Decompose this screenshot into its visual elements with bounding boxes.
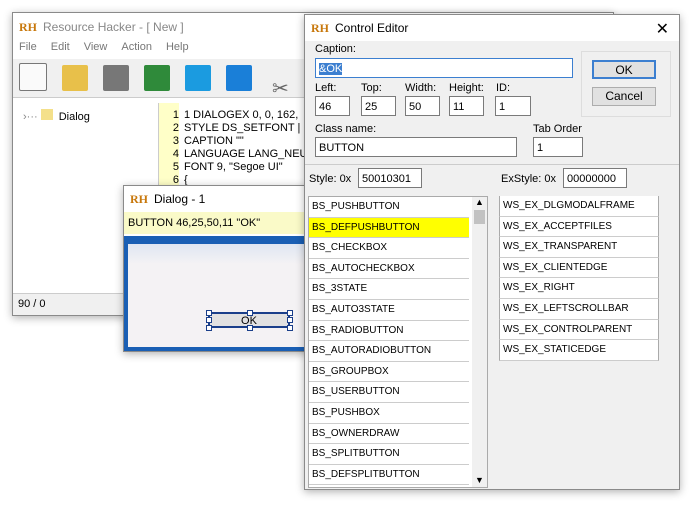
tree-item-label: Dialog	[58, 111, 90, 123]
style-item[interactable]: BS_AUTORADIOBUTTON	[309, 341, 469, 362]
export-icon[interactable]	[226, 65, 253, 91]
style-label: Style: 0x	[309, 173, 352, 185]
style-item[interactable]: BS_PUSHBOX	[309, 403, 469, 424]
app-logo-icon: RH	[130, 191, 148, 206]
exstyle-input[interactable]: 00000000	[563, 168, 627, 188]
style-item[interactable]: BS_AUTO3STATE	[309, 300, 469, 321]
scroll-down-icon[interactable]: ▼	[472, 475, 487, 485]
style-item[interactable]: BS_GROUPBOX	[309, 362, 469, 383]
dialog-title-bar: RH Dialog - 1	[124, 186, 324, 212]
line-numbers: 123456	[159, 103, 179, 189]
window-title: Resource Hacker - [ New ]	[43, 20, 184, 34]
folder-icon	[40, 109, 53, 120]
menu-file[interactable]: File	[19, 41, 37, 53]
dialog-client: OK	[128, 244, 324, 347]
exstyle-item[interactable]: WS_EX_ACCEPTFILES	[499, 216, 659, 238]
style-item[interactable]: BS_AUTOCHECKBOX	[309, 259, 469, 280]
code-editor[interactable]: 1 DIALOGEX 0, 0, 162, STYLE DS_SETFONT | C…	[184, 109, 314, 187]
left-input[interactable]: 46	[315, 96, 350, 116]
scroll-up-icon[interactable]: ▲	[472, 197, 487, 207]
caption-input[interactable]: &OK	[315, 58, 573, 78]
status-text: 90 / 0	[18, 298, 46, 310]
control-editor-window: RH Control Editor ✕ Caption: &OK Left: To…	[304, 14, 680, 490]
style-item[interactable]: BS_USERBUTTON	[309, 382, 469, 403]
menu-help[interactable]: Help	[166, 41, 189, 53]
ok-button[interactable]: OK	[592, 60, 656, 79]
style-item[interactable]: BS_RADIOBUTTON	[309, 321, 469, 342]
exstyle-item[interactable]: WS_EX_RIGHT	[499, 278, 659, 299]
save-as-icon[interactable]	[144, 65, 171, 91]
app-logo-icon: RH	[311, 20, 329, 35]
tree-item-dialog[interactable]: ›··· Dialog	[13, 103, 158, 129]
dialog-frame: OK	[124, 236, 324, 351]
style-item[interactable]: BS_CHECKBOX	[309, 238, 469, 259]
new-file-icon[interactable]	[19, 63, 47, 91]
style-list[interactable]: BS_PUSHBUTTON BS_DEFPUSHBUTTON BS_CHECKBOX…	[308, 196, 488, 488]
height-label: Height:	[449, 82, 484, 94]
editor-title-bar: RH Control Editor ✕	[305, 15, 679, 41]
tab-order-input[interactable]: 1	[533, 137, 583, 157]
scroll-thumb[interactable]	[474, 210, 485, 224]
editor-title: Control Editor	[335, 21, 409, 35]
dialog-title: Dialog - 1	[154, 192, 206, 206]
cut-icon[interactable]: ✂	[267, 76, 293, 102]
left-label: Left:	[315, 82, 337, 94]
close-icon[interactable]: ✕	[656, 19, 669, 39]
id-label: ID:	[496, 82, 511, 94]
top-input[interactable]: 25	[361, 96, 396, 116]
exstyle-item[interactable]: WS_EX_CONTROLPARENT	[499, 319, 659, 341]
exstyle-item[interactable]: WS_EX_DLGMODALFRAME	[499, 196, 659, 217]
style-list-scrollbar[interactable]: ▲ ▼	[472, 197, 487, 487]
control-info: BUTTON 46,25,50,11 "OK"	[124, 212, 324, 234]
exstyle-item[interactable]: WS_EX_LEFTSCROLLBAR	[499, 298, 659, 320]
style-item[interactable]: BS_3STATE	[309, 279, 469, 300]
style-item[interactable]: BS_DEFSPLITBUTTON	[309, 465, 469, 486]
app-logo-icon: RH	[19, 19, 37, 34]
width-label: Width:	[405, 82, 437, 94]
exstyle-list[interactable]: WS_EX_DLGMODALFRAME WS_EX_ACCEPTFILES WS_E…	[499, 196, 669, 362]
cancel-button[interactable]: Cancel	[592, 87, 656, 106]
class-name-label: Class name:	[315, 123, 377, 135]
dialog-preview-window: RH Dialog - 1 BUTTON 46,25,50,11 "OK" OK	[123, 185, 325, 352]
style-item[interactable]: BS_DEFPUSHBUTTON	[309, 217, 469, 239]
save-icon[interactable]	[103, 65, 130, 91]
open-file-icon[interactable]	[62, 65, 89, 91]
exstyle-label: ExStyle: 0x	[501, 173, 557, 185]
top-label: Top:	[361, 82, 382, 94]
exstyle-item[interactable]: WS_EX_TRANSPARENT	[499, 237, 659, 258]
menu-action[interactable]: Action	[121, 41, 152, 53]
menu-edit[interactable]: Edit	[51, 41, 70, 53]
caption-label: Caption:	[315, 43, 356, 55]
id-input[interactable]: 1	[495, 96, 531, 116]
height-input[interactable]: 11	[449, 96, 484, 116]
menu-view[interactable]: View	[84, 41, 108, 53]
tab-order-label: Tab Order	[533, 123, 582, 135]
style-item[interactable]: BS_SPLITBUTTON	[309, 444, 469, 465]
import-icon[interactable]	[185, 65, 212, 91]
style-input[interactable]: 50010301	[358, 168, 422, 188]
style-item[interactable]: BS_PUSHBUTTON	[309, 197, 469, 218]
width-input[interactable]: 50	[405, 96, 440, 116]
exstyle-item[interactable]: WS_EX_STATICEDGE	[499, 340, 659, 361]
class-name-input[interactable]: BUTTON	[315, 137, 517, 157]
exstyle-item[interactable]: WS_EX_CLIENTEDGE	[499, 257, 659, 279]
style-item[interactable]: BS_OWNERDRAW	[309, 424, 469, 445]
